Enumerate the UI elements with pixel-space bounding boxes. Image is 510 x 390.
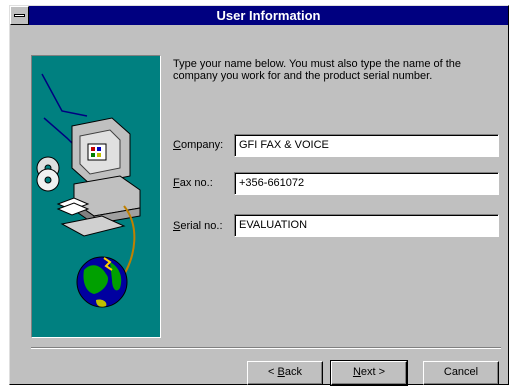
window-title: User Information — [216, 8, 321, 23]
computer-illustration — [41, 73, 141, 308]
back-button[interactable]: < Back — [247, 361, 323, 385]
serial-label: Serial no.: — [173, 220, 223, 232]
fax-label: Fax no.: — [173, 177, 213, 189]
fax-field[interactable]: +356-661072 — [234, 172, 499, 195]
company-label: Company: — [173, 139, 224, 151]
serial-field[interactable]: EVALUATION — [234, 214, 499, 237]
cancel-button[interactable]: Cancel — [423, 361, 499, 385]
title-bar[interactable]: User Information — [10, 6, 508, 25]
system-menu-icon[interactable] — [10, 6, 29, 25]
setup-illustration — [31, 55, 161, 338]
cd-disc-icon — [36, 156, 60, 192]
floppy-disk-icon — [56, 197, 90, 216]
user-information-dialog: User Information Type your name below. Y… — [9, 5, 509, 386]
instructions-text: Type your name below. You must also type… — [173, 58, 462, 82]
company-field[interactable]: GFI FAX & VOICE — [234, 134, 499, 157]
next-button[interactable]: Next > — [330, 360, 408, 386]
button-separator — [31, 347, 501, 349]
